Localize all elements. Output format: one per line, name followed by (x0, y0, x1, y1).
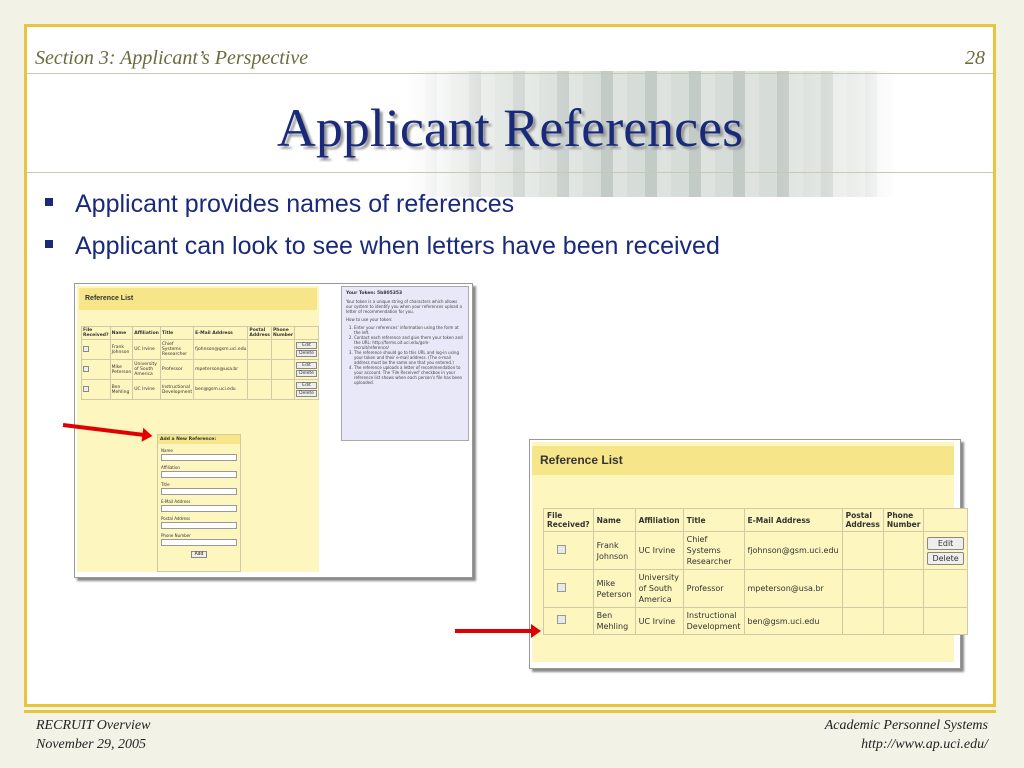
delete-button[interactable]: Delete (296, 390, 317, 397)
title-divider (27, 172, 993, 173)
token-info-panel: Your Token: 5b805353 Your token is a uni… (341, 286, 469, 441)
slide-title: Applicant References (276, 98, 744, 158)
file-received-checkbox[interactable] (557, 582, 566, 592)
reference-list-heading-small: Reference List (79, 288, 317, 310)
delete-button[interactable]: Delete (927, 551, 964, 565)
title-field[interactable] (161, 488, 237, 495)
file-received-checkbox[interactable] (83, 345, 89, 352)
footer-right: Academic Personnel Systems http://www.ap… (824, 718, 988, 752)
red-arrow-icon (455, 624, 541, 638)
affiliation-field[interactable] (161, 471, 237, 478)
slide: Section 3: Applicant’s Perspective 28 Ap… (24, 24, 996, 707)
add-reference-form: Add a New Reference: Name Affiliation Ti… (157, 434, 241, 572)
file-received-checkbox[interactable] (83, 385, 89, 392)
add-reference-heading: Add a New Reference: (158, 435, 240, 444)
phone-number-field[interactable] (161, 539, 237, 546)
postal-address-field[interactable] (161, 522, 237, 529)
edit-button[interactable]: Edit (296, 342, 317, 349)
header-divider (27, 73, 993, 74)
delete-button[interactable]: Delete (296, 350, 317, 357)
delete-button[interactable]: Delete (296, 370, 317, 377)
reference-list-heading: Reference List (532, 446, 954, 475)
table-row: Ben Mehling UC Irvine Instructional Deve… (81, 379, 319, 400)
bullet-item: Applicant provides names of references (45, 183, 720, 225)
table-row: Frank Johnson UC Irvine Chief Systems Re… (81, 339, 319, 360)
footer-left: RECRUIT Overview November 29, 2005 (36, 718, 151, 752)
file-received-checkbox[interactable] (557, 615, 566, 624)
reference-list-zoom-screenshot: Reference List File Received? Name Affil… (529, 439, 968, 669)
table-row: Frank Johnson UC Irvine Chief Systems Re… (543, 531, 968, 570)
page-number: 28 (965, 47, 985, 69)
name-field[interactable] (161, 454, 237, 461)
edit-button[interactable]: Edit (296, 362, 317, 369)
table-row: Mike Peterson University of South Americ… (543, 569, 968, 608)
bullet-square-icon (45, 240, 53, 249)
add-button[interactable]: Add (191, 551, 207, 558)
reference-table: File Received? Name Affiliation Title E-… (543, 508, 968, 635)
token-steps: Enter your references' information using… (354, 325, 464, 385)
reference-table-small: File Received? Name Affiliation Title E-… (81, 326, 319, 400)
file-received-checkbox[interactable] (557, 544, 566, 554)
footer-divider (24, 710, 996, 713)
file-received-checkbox[interactable] (83, 365, 89, 372)
bullet-list: Applicant provides names of references A… (45, 183, 720, 267)
reference-page-screenshot: Reference List File Received? Name Affil… (74, 283, 473, 578)
section-label: Section 3: Applicant’s Perspective (35, 47, 309, 69)
table-row: Mike Peterson University of South Americ… (81, 359, 319, 380)
table-row: Ben Mehling UC Irvine Instructional Deve… (543, 607, 968, 635)
edit-button[interactable]: Edit (927, 536, 964, 550)
token-title: Your Token: 5b805353 (346, 291, 403, 296)
edit-button[interactable]: Edit (296, 382, 317, 389)
bullet-item: Applicant can look to see when letters h… (45, 225, 720, 267)
email-field[interactable] (161, 505, 237, 512)
bullet-square-icon (45, 198, 53, 207)
reference-list-panel: Reference List File Received? Name Affil… (532, 442, 968, 662)
